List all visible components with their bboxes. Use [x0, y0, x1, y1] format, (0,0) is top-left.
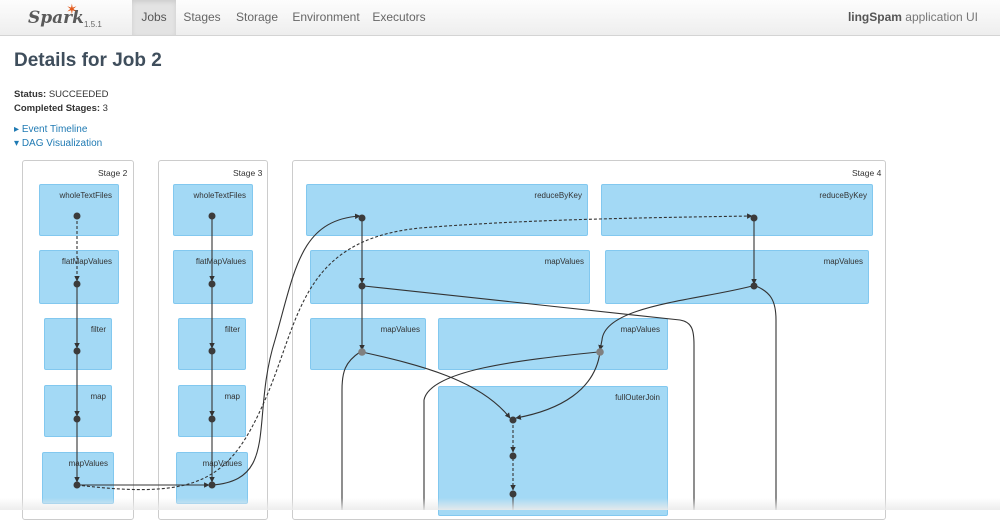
dag-node[interactable] — [509, 416, 517, 424]
dag-edge — [423, 351, 599, 510]
dag-node[interactable] — [509, 490, 517, 498]
dag-node[interactable] — [358, 282, 366, 290]
dag-edge — [515, 351, 601, 420]
dag-node[interactable] — [208, 481, 216, 489]
dag-edge — [211, 213, 361, 486]
dag-node[interactable] — [73, 212, 81, 220]
dag-node[interactable] — [208, 280, 216, 288]
dag-edges — [73, 212, 777, 510]
dag-node[interactable] — [509, 452, 517, 460]
dag-node[interactable] — [208, 415, 216, 423]
dag-edge — [755, 285, 777, 510]
dag-node[interactable] — [208, 212, 216, 220]
dag-node[interactable] — [750, 214, 758, 222]
bottom-fade — [0, 498, 1000, 510]
dag-node[interactable] — [73, 347, 81, 355]
dag-shuffle-node[interactable] — [596, 348, 604, 356]
dag-node[interactable] — [73, 280, 81, 288]
dag-node[interactable] — [358, 214, 366, 222]
dag-edge — [341, 351, 361, 510]
dag-node[interactable] — [750, 282, 758, 290]
dag-edge — [76, 213, 753, 491]
dag-edge — [598, 285, 753, 351]
dag-node[interactable] — [73, 415, 81, 423]
dag-shuffle-node[interactable] — [358, 348, 366, 356]
dag-node[interactable] — [208, 347, 216, 355]
dag-edge — [363, 285, 695, 510]
dag-node[interactable] — [73, 481, 81, 489]
